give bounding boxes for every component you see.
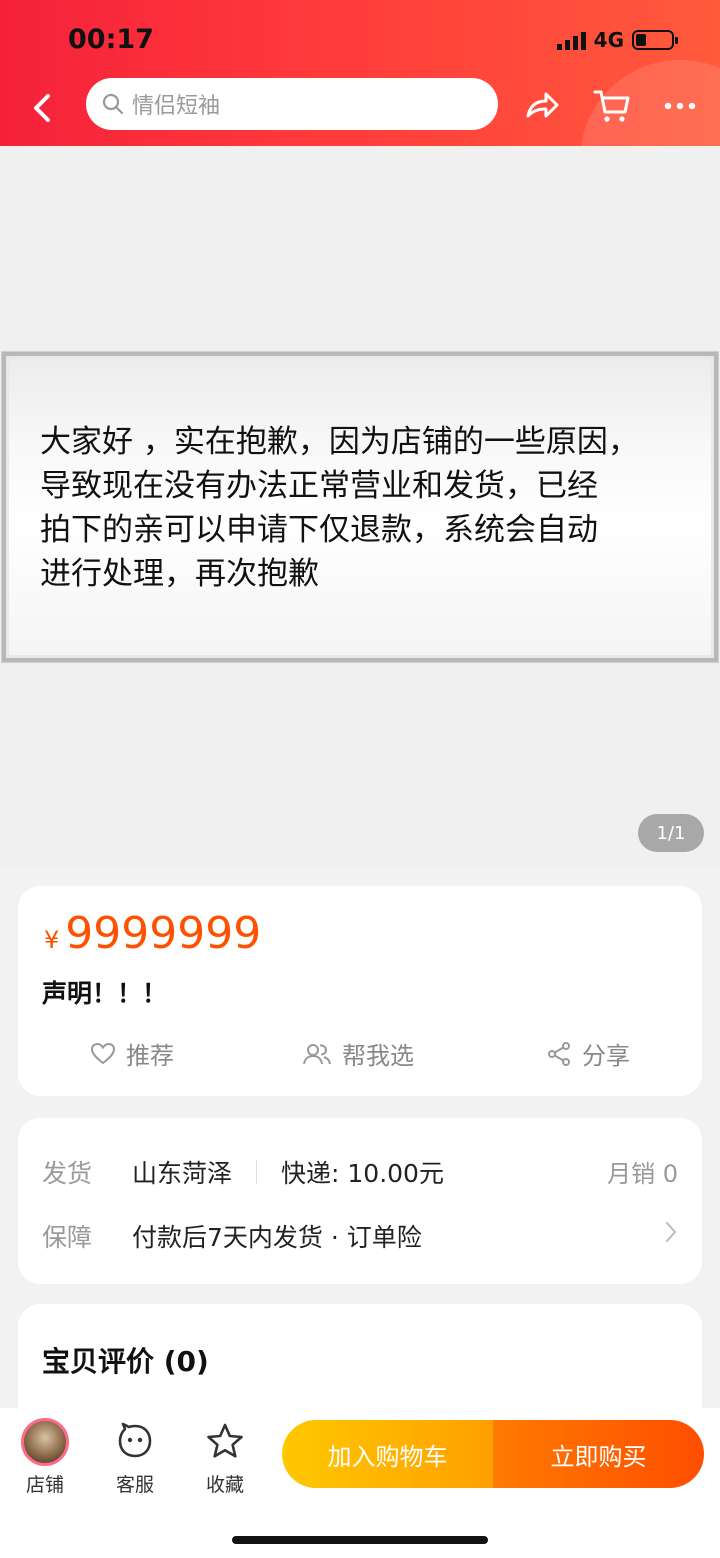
guarantee-value: 付款后7天内发货 · 订单险 (132, 1223, 422, 1252)
favorite-label: 收藏 (205, 1474, 244, 1496)
reviews-title: 宝贝评价 (0) (42, 1345, 209, 1378)
ship-label: 发货 (42, 1159, 93, 1188)
currency-symbol: ¥ (44, 926, 60, 954)
search-bar[interactable]: 情侣短袖 (86, 78, 498, 130)
product-actions: 推荐 帮我选 分享 (18, 1036, 702, 1076)
status-time: 00:17 (68, 24, 154, 55)
help-choose-button[interactable]: 帮我选 (302, 1036, 414, 1071)
guarantee-row[interactable]: 保障 付款后7天内发货 · 订单险 (42, 1218, 422, 1254)
notice-line: 进行处理，再次抱歉 (40, 556, 319, 592)
product-title: 声明！！！ (42, 979, 168, 1008)
notice-line: 导致现在没有办法正常营业和发货，已经 (40, 468, 598, 504)
divider (256, 1160, 258, 1184)
product-gallery[interactable]: 大家好 ，实在抱歉，因为店铺的一些原因， 导致现在没有办法正常营业和发货，已经 … (0, 146, 720, 868)
favorite-tab[interactable]: 收藏 (190, 1418, 260, 1497)
reviews-card[interactable]: 宝贝评价 (0) (18, 1304, 702, 1424)
status-indicators: 4G (556, 28, 678, 52)
notice-line: 大家好 ，实在抱歉，因为店铺的一些原因， (40, 424, 639, 460)
notice-line: 拍下的亲可以申请下仅退款，系统会自动 (40, 512, 598, 548)
add-to-cart-button[interactable]: 加入购物车 (282, 1420, 493, 1488)
notice-image: 大家好 ，实在抱歉，因为店铺的一些原因， 导致现在没有办法正常营业和发货，已经 … (2, 352, 718, 662)
heart-icon (90, 1042, 116, 1064)
purchase-buttons: 加入购物车 立即购买 (282, 1420, 704, 1488)
notice-text: 大家好 ，实在抱歉，因为店铺的一些原因， 导致现在没有办法正常营业和发货，已经 … (40, 420, 688, 596)
recommend-button[interactable]: 推荐 (90, 1036, 174, 1071)
price-card: ¥ 9999999 声明！！！ 推荐 帮我选 分享 (18, 886, 702, 1096)
guarantee-label: 保障 (42, 1223, 93, 1252)
share-arrow-icon[interactable] (522, 86, 562, 126)
page-indicator: 1/1 (638, 814, 704, 852)
home-indicator[interactable] (232, 1536, 488, 1544)
ship-origin: 山东菏泽 (132, 1159, 233, 1188)
share-label: 分享 (582, 1042, 630, 1070)
price-value: 9999999 (65, 908, 262, 959)
search-icon (102, 93, 124, 115)
shop-tab[interactable]: 店铺 (10, 1418, 80, 1497)
search-placeholder: 情侣短袖 (132, 94, 221, 119)
price: ¥ 9999999 (44, 908, 261, 959)
help-choose-label: 帮我选 (342, 1042, 414, 1070)
customer-service-icon (118, 1422, 152, 1458)
more-icon[interactable] (660, 86, 700, 126)
share-button[interactable]: 分享 (546, 1036, 630, 1071)
share-icon (548, 1041, 570, 1066)
service-tab[interactable]: 客服 (100, 1418, 170, 1497)
cart-icon[interactable] (592, 86, 632, 126)
shipping-card[interactable]: 发货 山东菏泽 快递: 10.00元 月销 0 保障 付款后7天内发货 · 订单… (18, 1118, 702, 1284)
service-label: 客服 (115, 1474, 154, 1496)
chevron-right-icon[interactable] (664, 1220, 678, 1248)
top-header: 00:17 4G 情侣短袖 (0, 0, 720, 146)
recommend-label: 推荐 (126, 1042, 174, 1070)
shipping-row: 发货 山东菏泽 快递: 10.00元 (42, 1154, 444, 1190)
star-icon (207, 1423, 243, 1458)
people-icon (303, 1043, 331, 1064)
network-type: 4G (593, 28, 624, 52)
back-icon[interactable] (28, 88, 58, 128)
signal-icon (556, 30, 586, 50)
monthly-sales: 月销 0 (607, 1160, 678, 1188)
shop-avatar (21, 1418, 69, 1466)
buy-now-button[interactable]: 立即购买 (493, 1420, 704, 1488)
bottom-action-bar: 店铺 客服 收藏 加入购物车 立即购买 (0, 1408, 720, 1558)
battery-icon (632, 30, 678, 50)
shop-label: 店铺 (25, 1474, 64, 1496)
express-fee: 快递: 10.00元 (281, 1159, 444, 1188)
